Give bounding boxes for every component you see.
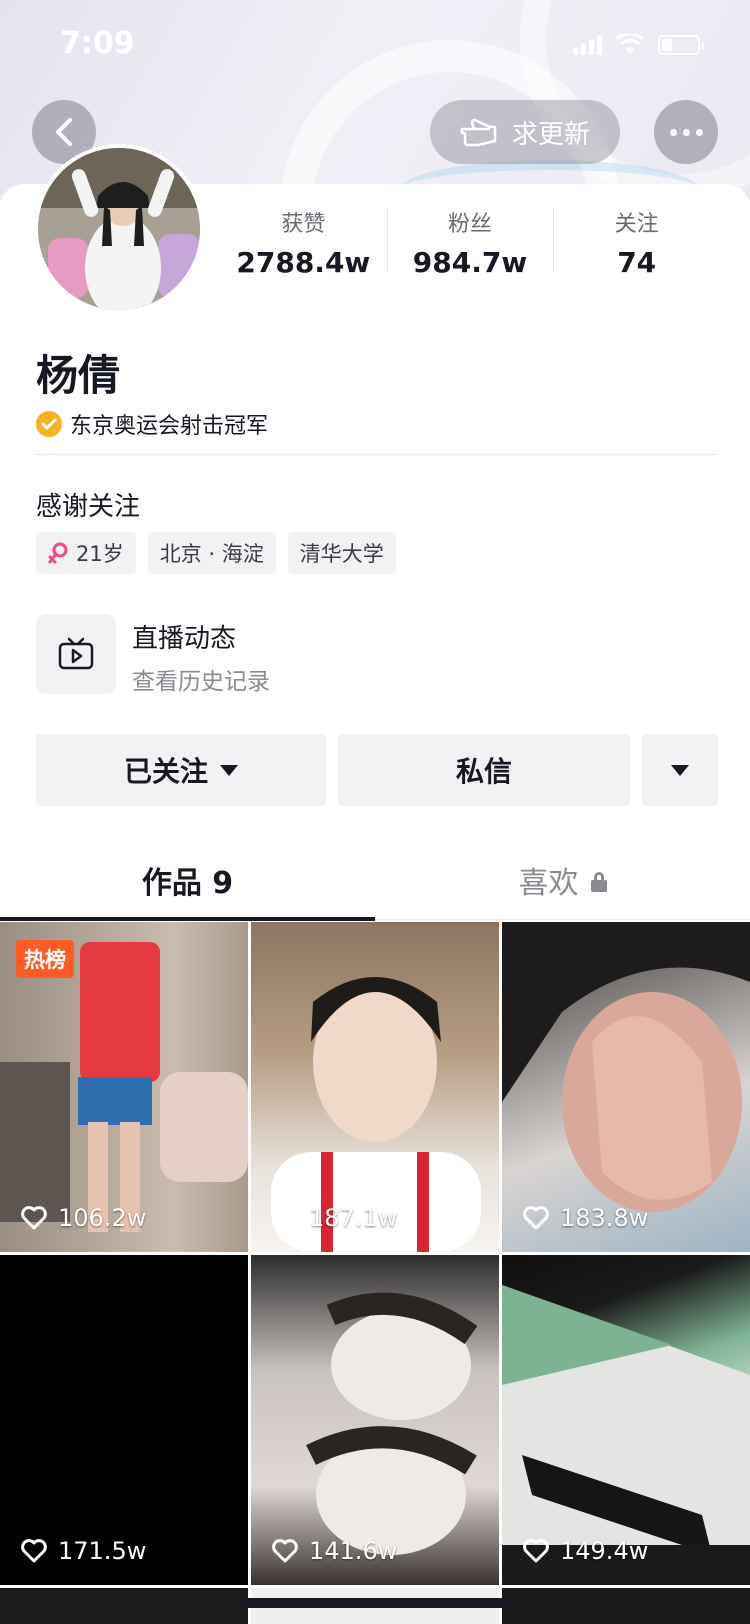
stat-following[interactable]: 关注 74 — [553, 206, 720, 286]
hot-badge: 热榜 — [16, 940, 74, 978]
video-grid: 热榜 106.2w 187.1w 183.8w 171.5w 141.6w 14… — [0, 922, 750, 1624]
video-thumbnail[interactable] — [0, 1588, 248, 1624]
tab-likes[interactable]: 喜欢 — [375, 848, 750, 919]
profile-tags: 21岁 北京 · 海淀 清华大学 — [36, 532, 396, 574]
verification-text: 东京奥运会射击冠军 — [70, 414, 269, 439]
video-like-count: 187.1w — [271, 1204, 397, 1232]
request-update-button[interactable]: 求更新 — [430, 100, 620, 164]
heart-icon — [21, 1206, 47, 1230]
video-thumbnail[interactable]: 141.6w — [251, 1255, 499, 1585]
caret-down-icon — [671, 764, 689, 776]
lock-icon — [590, 872, 607, 892]
stat-value: 74 — [617, 246, 657, 279]
tag-location: 北京 · 海淀 — [147, 532, 276, 574]
tag-school: 清华大学 — [287, 532, 396, 574]
heart-icon — [21, 1539, 47, 1563]
tag-label: 21岁 — [76, 542, 124, 566]
recommend-dropdown-button[interactable] — [642, 734, 718, 806]
like-count: 171.5w — [58, 1537, 147, 1565]
video-cover-image — [502, 922, 750, 1212]
more-options-button[interactable] — [654, 100, 718, 164]
stat-value: 984.7w — [412, 246, 528, 279]
status-icons — [573, 34, 704, 56]
pointing-hand-icon — [460, 118, 497, 147]
heart-icon — [523, 1539, 549, 1563]
like-count: 106.2w — [58, 1204, 147, 1232]
tag-age: 21岁 — [36, 532, 136, 574]
video-like-count: 141.6w — [271, 1537, 397, 1565]
tab-works[interactable]: 作品 9 — [0, 848, 375, 921]
request-update-label: 求更新 — [511, 119, 590, 150]
like-count: 187.1w — [309, 1204, 398, 1232]
action-row: 已关注 私信 — [36, 734, 718, 806]
profile-stats: 获赞 2788.4w 粉丝 984.7w 关注 74 — [220, 206, 720, 286]
video-thumbnail[interactable] — [502, 1588, 750, 1624]
avatar[interactable] — [34, 144, 204, 314]
video-thumbnail[interactable]: 149.4w — [502, 1255, 750, 1585]
like-count: 149.4w — [560, 1537, 649, 1565]
battery-icon — [658, 35, 704, 55]
home-indicator[interactable] — [240, 1598, 510, 1608]
video-thumbnail[interactable]: 热榜 106.2w — [0, 922, 248, 1252]
stat-label: 关注 — [614, 212, 659, 237]
profile-bio: 感谢关注 — [36, 492, 141, 522]
chevron-left-icon — [56, 118, 72, 146]
video-cover-image — [502, 1285, 750, 1585]
avatar-image — [38, 148, 200, 310]
following-label: 已关注 — [123, 755, 208, 788]
message-label: 私信 — [455, 755, 512, 788]
divider — [36, 454, 716, 455]
stat-label: 获赞 — [281, 212, 326, 237]
live-subtitle: 查看历史记录 — [132, 669, 270, 695]
video-thumbnail[interactable]: 171.5w — [0, 1255, 248, 1585]
heart-icon — [272, 1539, 298, 1563]
stat-followers[interactable]: 粉丝 984.7w — [386, 206, 554, 286]
heart-icon — [272, 1206, 298, 1230]
like-count: 183.8w — [560, 1204, 649, 1232]
video-cover-image — [306, 1292, 478, 1555]
status-time: 7:09 — [60, 26, 135, 61]
caret-down-icon — [220, 764, 238, 776]
verified-check-icon — [36, 411, 62, 437]
signal-icon — [573, 35, 602, 55]
video-like-count: 149.4w — [522, 1537, 648, 1565]
wifi-icon — [616, 34, 644, 54]
status-bar: 7:09 — [0, 0, 750, 88]
profile-name: 杨倩 — [36, 351, 121, 400]
heart-icon — [523, 1206, 549, 1230]
message-button[interactable]: 私信 — [338, 734, 630, 806]
tag-label: 北京 · 海淀 — [159, 542, 264, 566]
stat-label: 粉丝 — [448, 212, 493, 237]
video-cover-image — [271, 977, 481, 1252]
tab-likes-label: 喜欢 — [518, 866, 579, 901]
video-thumbnail[interactable]: 187.1w — [251, 922, 499, 1252]
verification-row: 东京奥运会射击冠军 — [36, 408, 268, 440]
more-dots-icon — [669, 128, 703, 136]
video-like-count: 183.8w — [522, 1204, 648, 1232]
video-thumbnail[interactable]: 183.8w — [502, 922, 750, 1252]
live-title[interactable]: 直播动态 — [132, 618, 236, 655]
live-history-button[interactable] — [36, 614, 116, 694]
stat-value: 2788.4w — [236, 246, 371, 279]
stat-likes[interactable]: 获赞 2788.4w — [220, 206, 387, 286]
tag-label: 清华大学 — [299, 542, 384, 566]
video-like-count: 106.2w — [20, 1204, 146, 1232]
video-like-count: 171.5w — [20, 1537, 146, 1565]
female-icon — [48, 542, 68, 564]
tv-play-icon — [58, 637, 94, 670]
content-tabs: 作品 9 喜欢 — [0, 848, 750, 921]
following-button[interactable]: 已关注 — [36, 734, 326, 806]
like-count: 141.6w — [309, 1537, 398, 1565]
